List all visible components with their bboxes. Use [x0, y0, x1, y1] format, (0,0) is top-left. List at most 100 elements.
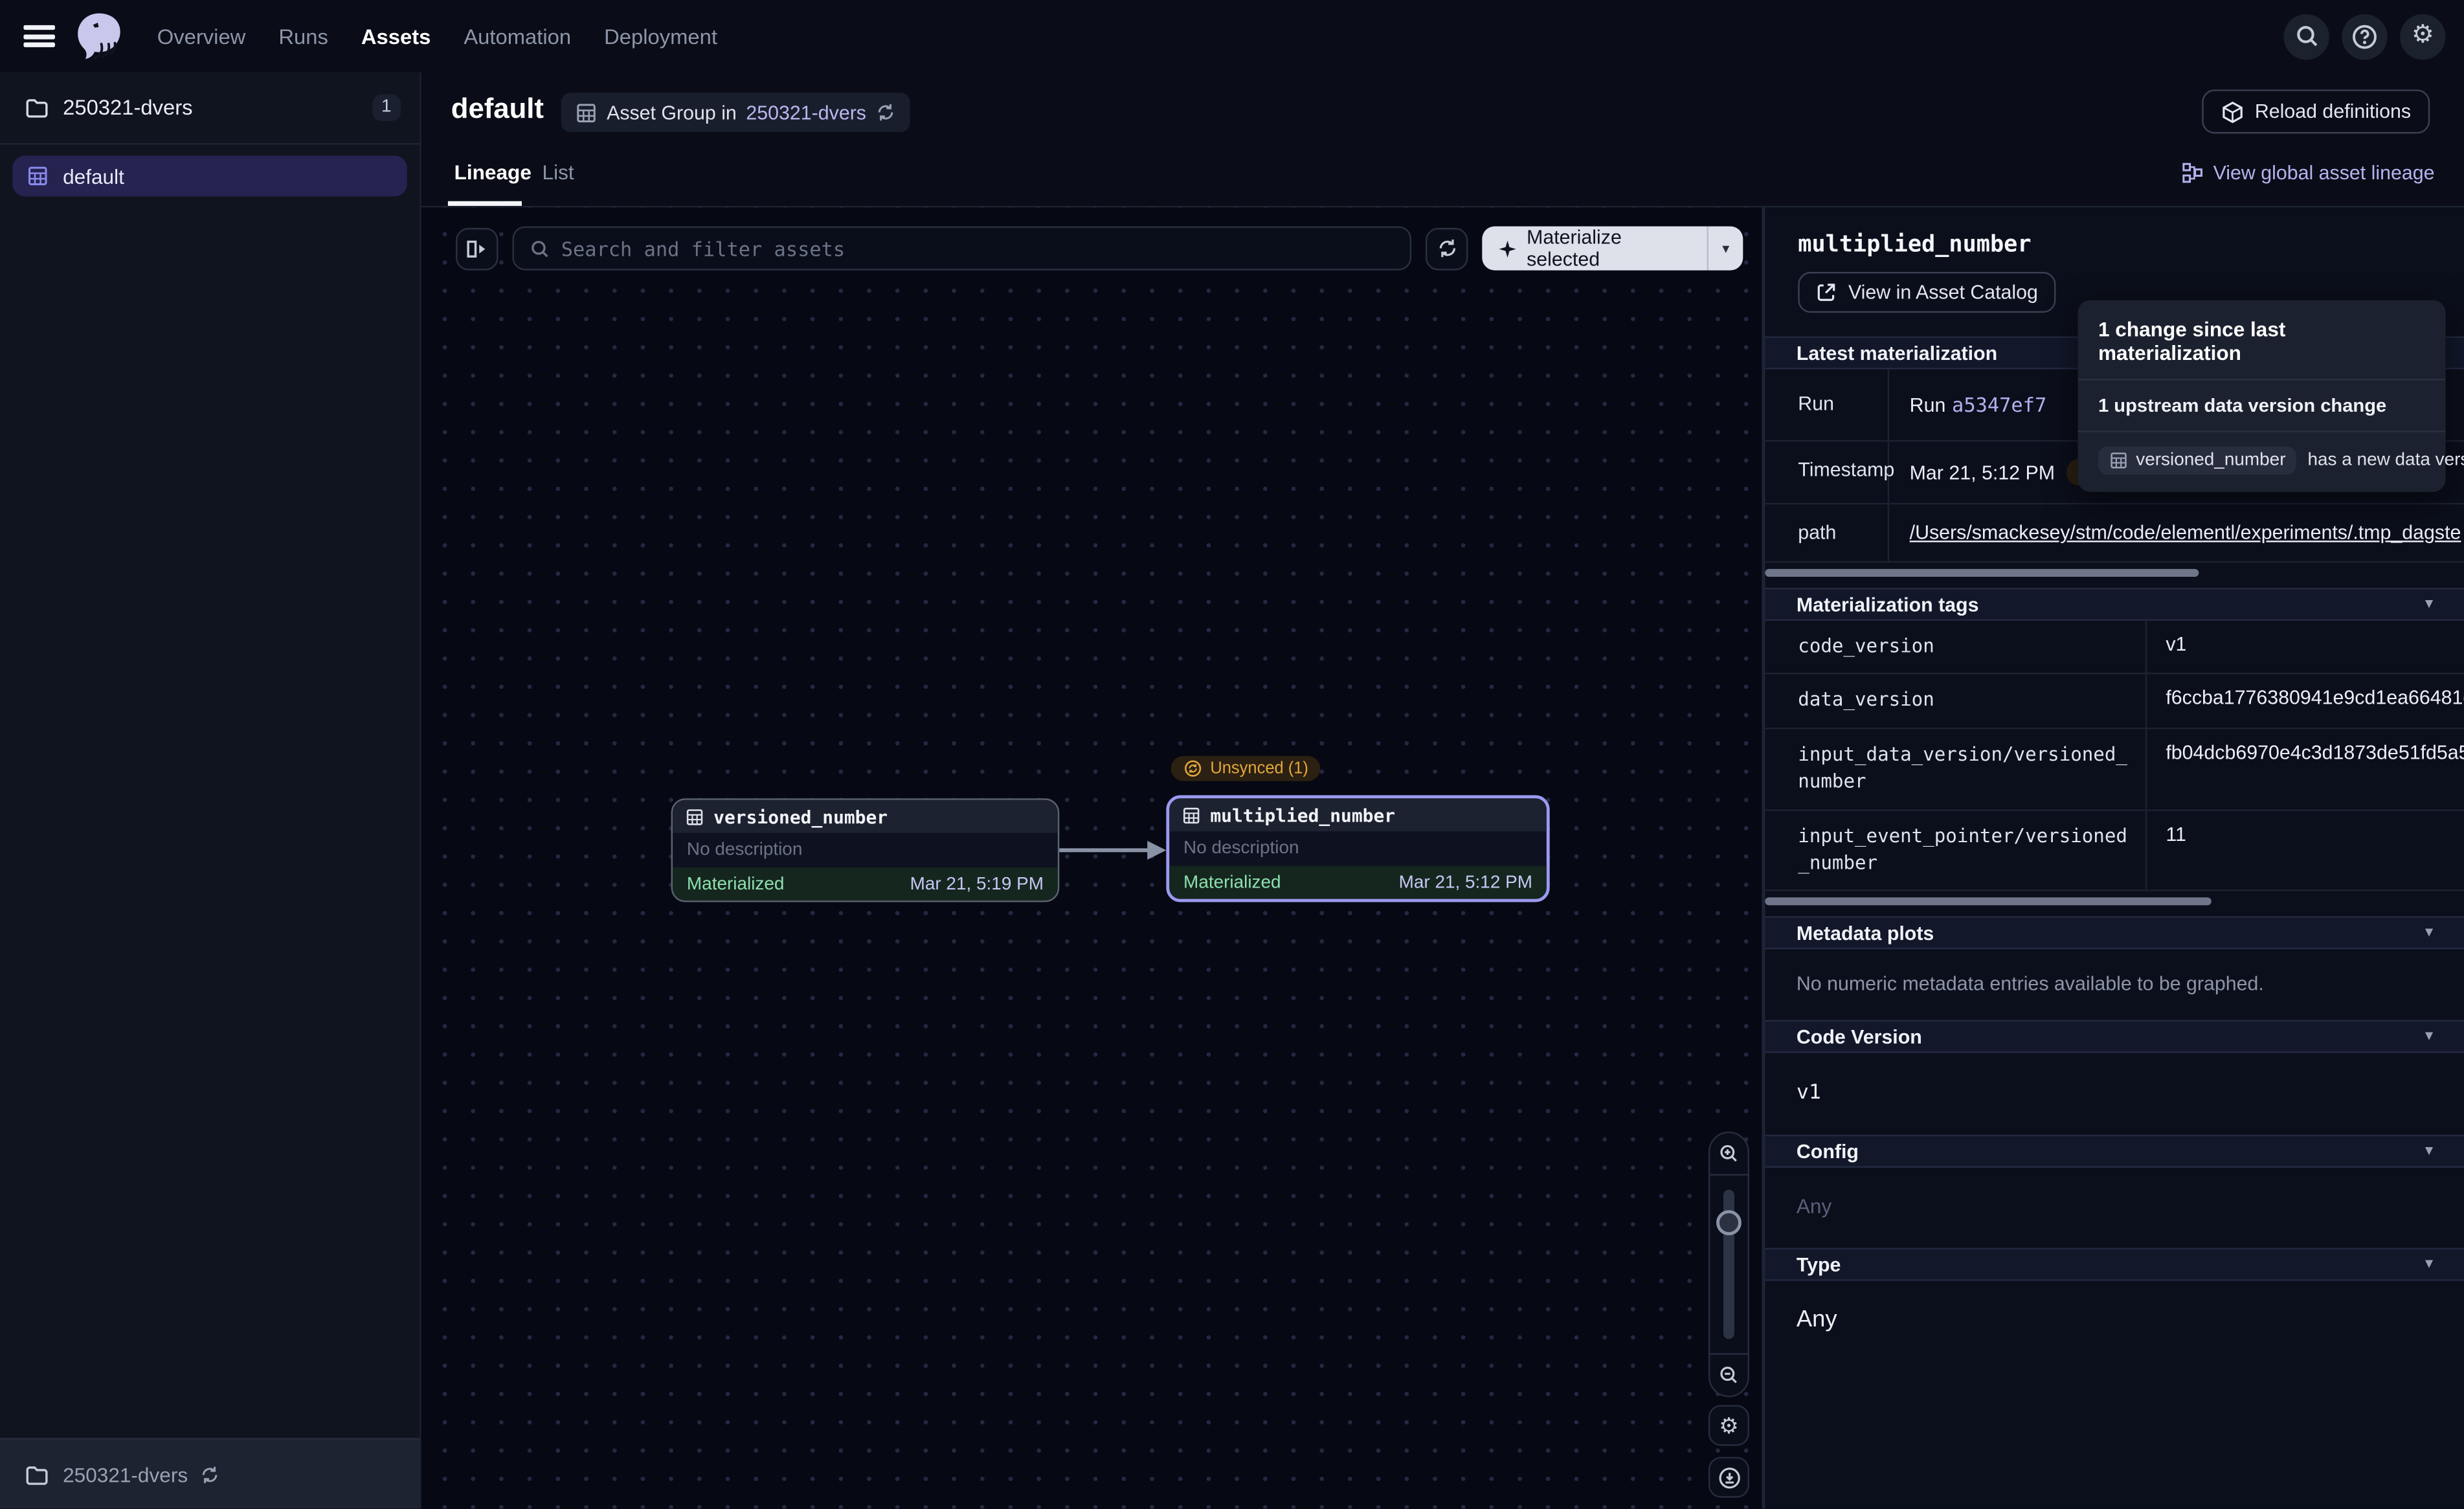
- tag-key: input_data_version/versioned_number: [1765, 729, 2147, 809]
- path-link[interactable]: /Users/smackesey/stm/code/elementl/exper…: [1910, 522, 2461, 544]
- unsynced-badge-graph[interactable]: Unsynced (1): [1171, 756, 1321, 781]
- section-metadata-plots[interactable]: Metadata plots ▾: [1765, 917, 2464, 950]
- page-header: default Asset Group in 250321-dvers Relo…: [421, 73, 2464, 157]
- gear-icon: ⚙: [1719, 1414, 1738, 1436]
- sidebar: 250321-dvers 1 default 250321-dvers: [0, 73, 421, 1509]
- tag-value: f6ccba1776380941e9cd1ea66481d: [2147, 675, 2464, 727]
- sidebar-footer[interactable]: 250321-dvers: [0, 1438, 420, 1508]
- collapse-caret-icon[interactable]: ▾: [2425, 1029, 2433, 1046]
- section-type[interactable]: Type ▾: [1765, 1248, 2464, 1281]
- materialize-dropdown-caret[interactable]: ▾: [1707, 227, 1743, 271]
- asset-detail-title: multiplied_number: [1798, 232, 2464, 258]
- expand-sidebar-button[interactable]: [456, 227, 498, 270]
- tooltip-detail-row: versioned_number has a new data version: [2078, 432, 2445, 492]
- asset-group-chip[interactable]: Asset Group in 250321-dvers: [561, 93, 910, 132]
- zoom-out-button[interactable]: [1710, 1353, 1747, 1396]
- lineage-graph-canvas[interactable]: Materialize selected ▾ Unsynced (1) vers…: [421, 207, 1764, 1508]
- zoom-in-button[interactable]: [1710, 1133, 1747, 1176]
- materialized-status: Materialized: [1183, 873, 1281, 892]
- tab-list[interactable]: List: [543, 161, 574, 184]
- footer-repo-name: 250321-dvers: [63, 1462, 188, 1486]
- settings-button[interactable]: ⚙: [2400, 14, 2445, 59]
- code-version-value: v1: [1797, 1082, 1821, 1105]
- materialized-status: Materialized: [687, 875, 785, 893]
- zoom-slider: [1710, 1176, 1747, 1353]
- materialize-selected-button[interactable]: Materialize selected ▾: [1482, 227, 1743, 271]
- horizontal-scrollbar[interactable]: [1765, 569, 2199, 577]
- global-lineage-label: View global asset lineage: [2213, 162, 2435, 184]
- help-button[interactable]: [2342, 14, 2387, 59]
- tag-key: code_version: [1765, 621, 2147, 673]
- sidebar-item-default-group[interactable]: default: [12, 155, 407, 196]
- section-title: Metadata plots: [1797, 922, 1934, 945]
- folder-icon: [25, 96, 49, 119]
- refresh-graph-button[interactable]: [1426, 227, 1468, 270]
- caret-down-icon: ▾: [1722, 240, 1729, 257]
- section-title: Materialization tags: [1797, 593, 1979, 615]
- graph-toolbar: Materialize selected ▾: [456, 227, 1743, 271]
- zoom-out-icon: [1718, 1364, 1740, 1386]
- collapse-caret-icon[interactable]: ▾: [2425, 924, 2433, 942]
- node-footer[interactable]: Materialized Mar 21, 5:12 PM: [1169, 866, 1547, 899]
- collapse-caret-icon[interactable]: ▾: [2425, 1257, 2433, 1274]
- materialized-timestamp: Mar 21, 5:12 PM: [1399, 873, 1532, 892]
- asset-node-multiplied-number[interactable]: multiplied_number No description Materia…: [1166, 795, 1549, 902]
- asset-group-list: default: [0, 144, 420, 207]
- nav-actions: ⚙: [2283, 14, 2445, 59]
- section-code-version[interactable]: Code Version ▾: [1765, 1020, 2464, 1053]
- node-header: versioned_number: [673, 800, 1058, 833]
- search-button[interactable]: [2283, 14, 2329, 59]
- nav-item-deployment[interactable]: Deployment: [604, 25, 717, 48]
- sparkle-icon: [1498, 238, 1518, 259]
- collapse-caret-icon[interactable]: ▾: [2425, 1143, 2433, 1161]
- chip-prefix: Asset Group in: [607, 102, 737, 124]
- nav-links: Overview Runs Assets Automation Deployme…: [157, 25, 717, 48]
- changes-tooltip: 1 change since last materialization 1 up…: [2078, 300, 2445, 492]
- tab-lineage[interactable]: Lineage: [454, 161, 532, 184]
- node-description: No description: [1169, 831, 1547, 866]
- horizontal-scrollbar[interactable]: [1765, 898, 2211, 906]
- dagster-logo[interactable]: [73, 10, 126, 63]
- expand-panel-icon: [465, 236, 489, 260]
- nav-item-overview[interactable]: Overview: [157, 25, 246, 48]
- section-config[interactable]: Config ▾: [1765, 1135, 2464, 1168]
- hamburger-menu-icon[interactable]: [23, 25, 55, 47]
- reload-repo-icon[interactable]: [199, 1464, 219, 1484]
- chip-repo-link[interactable]: 250321-dvers: [746, 102, 866, 124]
- tooltip-subheading: 1 upstream data version change: [2078, 381, 2445, 432]
- download-icon: [1717, 1466, 1740, 1489]
- tag-row: input_data_version/versioned_number fb04…: [1765, 729, 2464, 810]
- catalog-button-label: View in Asset Catalog: [1848, 282, 2038, 304]
- timestamp-text: Mar 21, 5:12 PM: [1910, 462, 2055, 484]
- node-description: No description: [673, 833, 1058, 867]
- view-global-asset-lineage-link[interactable]: View global asset lineage: [2182, 162, 2434, 184]
- collapse-caret-icon[interactable]: ▾: [2425, 596, 2433, 613]
- asset-node-versioned-number[interactable]: versioned_number No description Material…: [671, 798, 1060, 902]
- section-materialization-tags[interactable]: Materialization tags ▾: [1765, 588, 2464, 621]
- sidebar-repo-row[interactable]: 250321-dvers 1: [0, 73, 420, 143]
- upstream-asset-name: versioned_number: [2136, 451, 2285, 470]
- path-row: path /Users/smackesey/stm/code/elementl/…: [1765, 504, 2464, 563]
- zoom-slider-handle[interactable]: [1716, 1210, 1742, 1235]
- upstream-asset-chip[interactable]: versioned_number: [2098, 446, 2297, 475]
- asset-search-input[interactable]: [561, 236, 1394, 260]
- nav-item-assets[interactable]: Assets: [361, 25, 431, 48]
- run-id-link[interactable]: a5347ef7: [1952, 393, 2046, 416]
- nav-item-runs[interactable]: Runs: [278, 25, 328, 48]
- search-icon: [2294, 23, 2319, 49]
- node-footer[interactable]: Materialized Mar 21, 5:19 PM: [673, 867, 1058, 900]
- nav-item-automation[interactable]: Automation: [464, 25, 571, 48]
- dagster-app-window: Overview Runs Assets Automation Deployme…: [0, 0, 2464, 1509]
- tag-value: v1: [2147, 621, 2464, 673]
- graph-settings-button[interactable]: ⚙: [1708, 1405, 1749, 1446]
- reload-repo-icon[interactable]: [876, 102, 897, 123]
- run-prefix: Run: [1910, 394, 1946, 416]
- materialize-label: Materialize selected: [1527, 227, 1691, 271]
- view-in-asset-catalog-button[interactable]: View in Asset Catalog: [1798, 272, 2055, 313]
- asset-search-box: [512, 227, 1411, 271]
- download-graph-button[interactable]: [1708, 1457, 1749, 1497]
- reload-definitions-button[interactable]: Reload definitions: [2201, 89, 2430, 133]
- top-nav: Overview Runs Assets Automation Deployme…: [0, 0, 2464, 73]
- materialize-main[interactable]: Materialize selected: [1482, 227, 1707, 271]
- tag-row: data_version f6ccba1776380941e9cd1ea6648…: [1765, 675, 2464, 728]
